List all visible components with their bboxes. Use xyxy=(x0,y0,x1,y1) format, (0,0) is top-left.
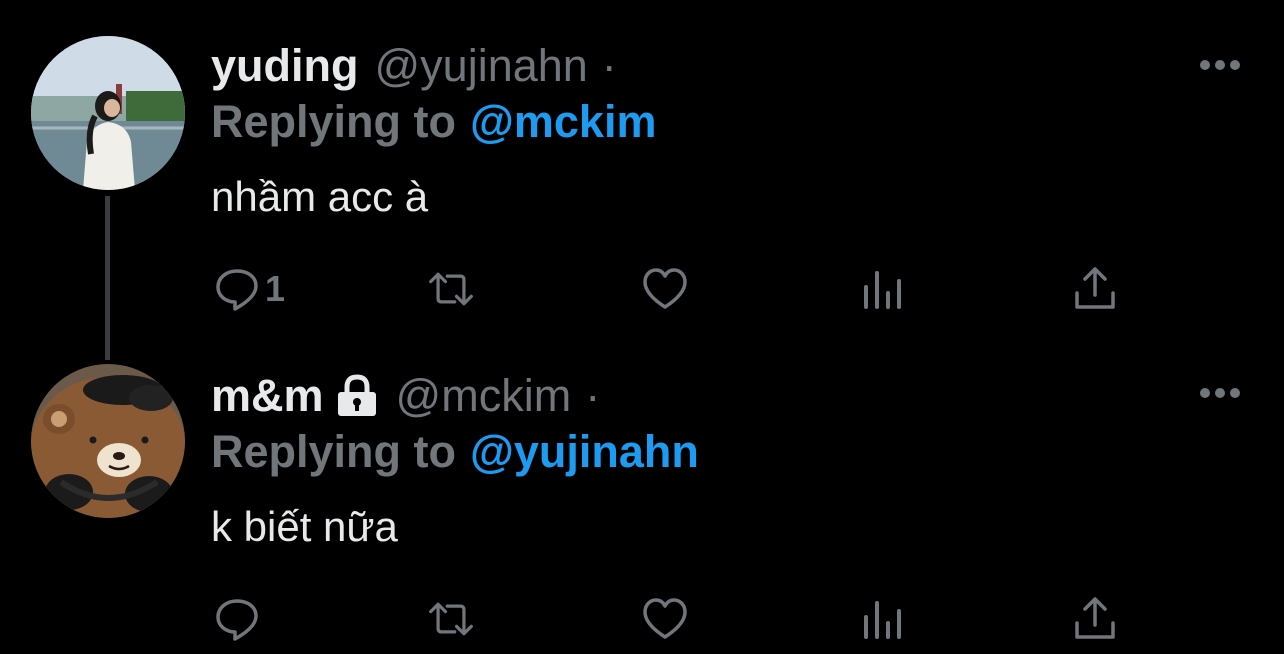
reply-count: 1 xyxy=(265,268,286,309)
separator-dot: · xyxy=(601,40,617,91)
tweet-text: k biết nữa xyxy=(211,503,398,550)
tweet-header: yuding @yujinahn · xyxy=(211,40,617,92)
like-icon xyxy=(643,598,687,639)
replying-to: Replying to @yujinahn xyxy=(211,426,699,478)
mention-link[interactable]: @mckim xyxy=(470,96,656,147)
share-icon xyxy=(1075,597,1115,639)
retweet-icon xyxy=(429,272,473,306)
replying-to-label: Replying to xyxy=(211,96,456,147)
like-button[interactable] xyxy=(641,259,689,319)
avatar[interactable] xyxy=(31,364,185,518)
retweet-button[interactable] xyxy=(427,259,475,319)
stats-button[interactable] xyxy=(858,589,906,649)
reply-icon xyxy=(216,599,258,641)
display-name[interactable]: yuding xyxy=(211,40,358,92)
reply-icon xyxy=(216,269,258,311)
avatar[interactable] xyxy=(31,36,185,190)
mention-link[interactable]: @yujinahn xyxy=(470,426,699,477)
stats-icon xyxy=(864,601,901,639)
retweet-button[interactable] xyxy=(427,589,475,649)
user-handle[interactable]: @mckim xyxy=(396,370,572,422)
user-handle[interactable]: @yujinahn xyxy=(374,40,587,92)
retweet-icon xyxy=(429,602,473,636)
share-icon xyxy=(1075,267,1115,309)
tweet[interactable]: yuding @yujinahn · Replying to @mckim nhầ… xyxy=(0,0,1284,360)
tweet-text: nhầm acc à xyxy=(211,173,429,220)
stats-button[interactable] xyxy=(858,259,906,319)
replying-to: Replying to @mckim xyxy=(211,96,656,148)
tweet-header: m&m @mckim · xyxy=(211,370,600,422)
share-button[interactable] xyxy=(1071,589,1119,649)
replying-to-label: Replying to xyxy=(211,426,456,477)
avatar-photo xyxy=(31,36,185,190)
share-button[interactable] xyxy=(1071,259,1119,319)
like-button[interactable] xyxy=(641,589,689,649)
tweet-actions: 1 xyxy=(0,259,1284,319)
avatar-photo xyxy=(31,364,185,518)
lock-icon xyxy=(334,373,380,419)
like-icon xyxy=(643,268,687,309)
reply-button[interactable] xyxy=(213,589,265,649)
more-icon[interactable] xyxy=(1198,57,1242,73)
tweet-actions xyxy=(0,589,1284,649)
stats-icon xyxy=(864,271,901,309)
separator-dot: · xyxy=(585,370,601,421)
tweet[interactable]: m&m @mckim · Replying to @yujinahn k biết… xyxy=(0,330,1284,654)
reply-button[interactable]: 1 xyxy=(213,259,285,319)
more-icon[interactable] xyxy=(1198,385,1242,401)
display-name[interactable]: m&m xyxy=(211,370,324,422)
